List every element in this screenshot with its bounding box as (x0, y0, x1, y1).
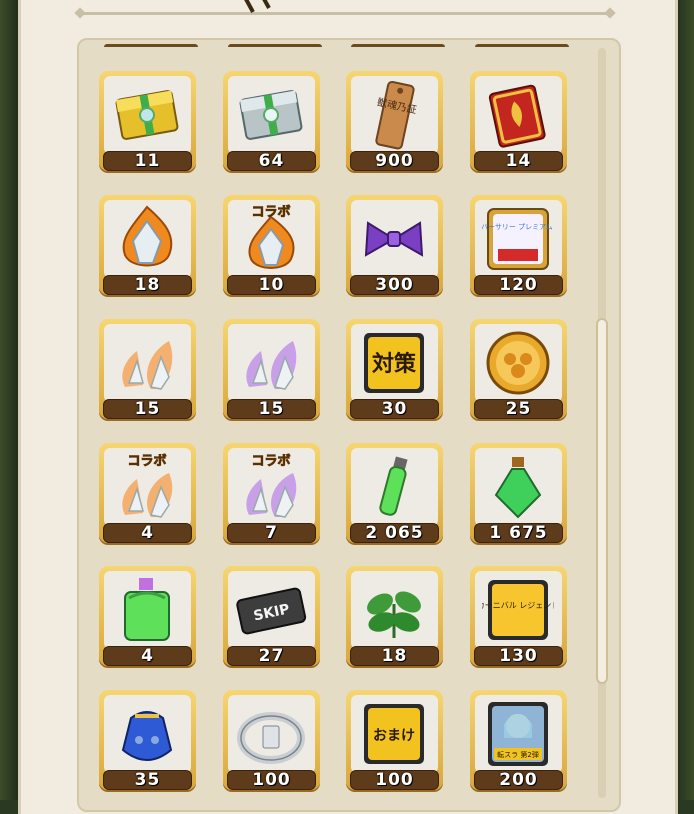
green-herb-icon (367, 591, 421, 638)
previous-row-edge (228, 44, 322, 53)
item-count: 100 (375, 770, 414, 790)
item-tile[interactable]: コラボ 4 (99, 443, 196, 547)
previous-row-edge (351, 44, 445, 53)
collab-purple-crystal-shards-icon: コラボ (246, 453, 297, 518)
item-count: 11 (134, 151, 161, 171)
item-tile[interactable]: 対策 30 (346, 319, 443, 423)
purple-crystal-shards-icon (246, 341, 297, 390)
red-book-icon (488, 84, 546, 148)
orange-flame-crystal-icon (122, 205, 173, 267)
previous-row-edge (475, 44, 569, 53)
large-green-potion-icon (124, 578, 170, 641)
orange-crystal-shards-icon (122, 341, 173, 390)
item-count: 100 (252, 770, 291, 790)
previous-row-edge (104, 44, 198, 53)
item-tile[interactable]: 18 (99, 195, 196, 299)
title-glyph-fragment (475, 0, 515, 20)
anniversary-premium-ticket-icon: アニバーサリー プレミアム 選抜 (482, 208, 554, 270)
item-tile[interactable]: 11 (99, 71, 196, 175)
item-tile[interactable]: おまけ 100 (346, 690, 443, 794)
item-count: 18 (134, 275, 161, 295)
collab-orange-flame-crystal-icon: コラボ (248, 204, 295, 269)
item-count: 1 675 (489, 523, 548, 543)
item-count: 120 (499, 275, 538, 295)
collab-orange-crystal-shards-icon: コラボ (122, 453, 173, 518)
title-glyph-fragment (385, 0, 425, 20)
item-tile[interactable]: 300 (346, 195, 443, 299)
item-count: 200 (499, 770, 538, 790)
silver-treasure-chest-icon (239, 90, 303, 140)
gold-treasure-chest-icon (115, 90, 179, 140)
skip-ticket-icon: SKIP (236, 587, 307, 635)
item-count: 10 (258, 275, 285, 295)
item-count: 7 (265, 523, 278, 543)
item-tile[interactable]: 1 675 (470, 443, 567, 547)
character-card-icon: 転スラ 第2弾 (488, 702, 548, 766)
carnival-legend-ticket-icon: カーニバル レジェンド (482, 580, 554, 640)
item-count: 4 (141, 646, 154, 666)
item-tile[interactable]: SKIP 27 (223, 566, 320, 670)
item-icon-label: 対策 (372, 351, 417, 377)
item-tile[interactable]: コラボ 10 (223, 195, 320, 299)
item-tile[interactable]: 18 (346, 566, 443, 670)
item-tile[interactable]: 15 (223, 319, 320, 423)
countermeasure-card-icon: 対策 (364, 333, 424, 393)
item-count: 35 (134, 770, 161, 790)
item-tile[interactable]: 64 (223, 71, 320, 175)
item-count: 15 (134, 399, 161, 419)
item-tile[interactable]: アニバーサリー プレミアム 選抜 120 (470, 195, 567, 299)
item-count: 14 (505, 151, 532, 171)
item-icon-label: コラボ (251, 204, 290, 220)
item-tile[interactable]: 獣魂乃証 900 (346, 71, 443, 175)
bonus-card-icon: おまけ (364, 704, 424, 764)
wooden-tag-icon: 獣魂乃証 (375, 80, 418, 150)
item-count: 64 (258, 151, 285, 171)
item-count: 27 (258, 646, 285, 666)
title-glyph-fragment (244, 0, 271, 13)
small-green-vial-icon (379, 456, 408, 516)
item-icon-label: 転スラ 第2弾 (497, 750, 539, 759)
item-tile[interactable]: 25 (470, 319, 567, 423)
item-count: 900 (375, 151, 414, 171)
item-tile[interactable]: 4 (99, 566, 196, 670)
item-count: 130 (499, 646, 538, 666)
item-tile[interactable]: コラボ 7 (223, 443, 320, 547)
item-icon-label: コラボ (251, 453, 290, 469)
item-icon-label: カーニバル レジェンド (482, 601, 554, 610)
item-count: 300 (375, 275, 414, 295)
scrollbar-thumb[interactable] (596, 318, 608, 684)
item-count: 18 (381, 646, 408, 666)
gold-medal-icon (486, 331, 550, 395)
item-count: 25 (505, 399, 532, 419)
item-icon-label: おまけ (373, 728, 415, 744)
item-icon-label: コラボ (127, 453, 166, 469)
item-tile[interactable]: 100 (223, 690, 320, 794)
title-divider (80, 0, 610, 15)
item-count: 2 065 (365, 523, 424, 543)
item-count: 15 (258, 399, 285, 419)
item-count: 4 (141, 523, 154, 543)
silver-ring-icon (237, 712, 305, 764)
item-tile[interactable]: 14 (470, 71, 567, 175)
item-tile[interactable]: 転スラ 第2弾 200 (470, 690, 567, 794)
item-tile[interactable]: 2 065 (346, 443, 443, 547)
item-tile[interactable]: 35 (99, 690, 196, 794)
item-icon-label: アニバーサリー プレミアム 選抜 (482, 222, 554, 231)
item-tile[interactable]: 15 (99, 319, 196, 423)
purple-bow-icon (364, 221, 424, 257)
blue-pouch-icon (121, 711, 173, 761)
green-potion-icon (494, 457, 542, 519)
item-tile[interactable]: カーニバル レジェンド 130 (470, 566, 567, 670)
item-count: 30 (381, 399, 408, 419)
